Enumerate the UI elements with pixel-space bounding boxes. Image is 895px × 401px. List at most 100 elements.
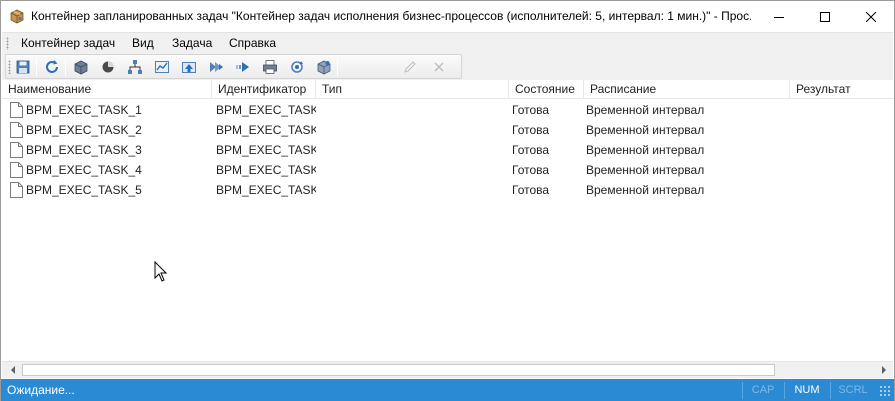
cell-state: Готова (512, 123, 550, 137)
num-lock-indicator: NUM (784, 382, 829, 399)
scrollbar-thumb[interactable] (22, 364, 775, 376)
cell-schedule: Временной интервал (586, 103, 705, 117)
toolbar-grip[interactable] (8, 60, 11, 74)
maximize-icon (820, 11, 830, 22)
cell-result (794, 120, 893, 140)
column-header-id[interactable]: Идентификатор (212, 80, 316, 99)
table-row[interactable]: BPM_EXEC_TASK_5 BPM_EXEC_TASK_5 Готова В… (2, 180, 893, 200)
close-button[interactable] (848, 1, 894, 32)
cell-name: BPM_EXEC_TASK_5 (26, 183, 142, 197)
column-header-result[interactable]: Результат (790, 80, 893, 99)
grid-header: Наименование Идентификатор Тип Состояние… (2, 80, 893, 99)
cell-name: BPM_EXEC_TASK_4 (26, 163, 142, 177)
cell-id: BPM_EXEC_TASK_5 (216, 183, 316, 197)
task-container-button[interactable] (70, 57, 92, 77)
toolbar-separator (65, 58, 66, 76)
menu-help[interactable]: Справка (226, 36, 279, 50)
cell-type (320, 160, 509, 180)
cell-name: BPM_EXEC_TASK_2 (26, 123, 142, 137)
cell-state: Готова (512, 163, 550, 177)
toolbar-separator (337, 58, 338, 76)
horizontal-scrollbar[interactable] (2, 361, 893, 378)
scroll-left-button[interactable] (4, 362, 21, 378)
cell-state: Готова (512, 143, 550, 157)
document-icon (10, 102, 23, 118)
sync-button[interactable] (286, 57, 308, 77)
table-row[interactable]: BPM_EXEC_TASK_2 BPM_EXEC_TASK_2 Готова В… (2, 120, 893, 140)
statistics-button[interactable] (97, 57, 119, 77)
cell-schedule: Временной интервал (586, 183, 705, 197)
cell-result (794, 100, 893, 120)
cell-name: BPM_EXEC_TASK_1 (26, 103, 142, 117)
window-title: Контейнер запланированных задач "Контейн… (31, 9, 751, 23)
maximize-button[interactable] (802, 1, 848, 32)
cell-result (794, 160, 893, 180)
edit-pencil-icon (404, 61, 416, 73)
box-icon (9, 8, 25, 24)
trend-chart-icon (155, 61, 169, 73)
close-icon (866, 11, 876, 22)
cell-id: BPM_EXEC_TASK_2 (216, 123, 316, 137)
hierarchy-icon (128, 60, 142, 74)
cell-type (320, 180, 509, 200)
cell-result (794, 140, 893, 160)
document-icon (10, 142, 23, 158)
document-icon (10, 162, 23, 178)
forward-steps-button[interactable] (205, 57, 227, 77)
column-header-schedule[interactable]: Расписание (584, 80, 790, 99)
table-row[interactable]: BPM_EXEC_TASK_3 BPM_EXEC_TASK_3 Готова В… (2, 140, 893, 160)
arrow-left-icon (10, 366, 15, 374)
menu-view[interactable]: Вид (129, 36, 157, 50)
column-header-state[interactable]: Состояние (509, 80, 584, 99)
cell-state: Готова (512, 183, 550, 197)
pie-chart-icon (102, 61, 114, 73)
cell-type (320, 100, 509, 120)
mouse-cursor-icon (154, 261, 168, 282)
cell-id: BPM_EXEC_TASK_3 (216, 143, 316, 157)
run-arrow-icon (236, 62, 249, 72)
status-text: Ожидание... (7, 383, 75, 397)
minimize-button[interactable] (756, 1, 802, 32)
scroll-lock-indicator: SCRL (830, 382, 875, 399)
delete-button[interactable] (428, 57, 450, 77)
title-bar[interactable]: Контейнер запланированных задач "Контейн… (1, 1, 894, 32)
cell-schedule: Временной интервал (586, 123, 705, 137)
column-header-name[interactable]: Наименование (2, 80, 212, 99)
column-header-type[interactable]: Тип (316, 80, 509, 99)
cell-name: BPM_EXEC_TASK_3 (26, 143, 142, 157)
resize-grip-icon[interactable] (879, 385, 891, 397)
scroll-right-button[interactable] (875, 362, 892, 378)
upload-button[interactable] (178, 57, 200, 77)
upload-icon (182, 62, 196, 73)
printer-icon (263, 60, 277, 74)
document-icon (10, 182, 23, 198)
menu-task[interactable]: Задача (169, 36, 215, 50)
menu-task-container[interactable]: Контейнер задач (18, 36, 118, 50)
toolbar-separator (36, 58, 37, 76)
document-icon (10, 122, 23, 138)
cell-schedule: Временной интервал (586, 143, 705, 157)
hierarchy-button[interactable] (124, 57, 146, 77)
cell-id: BPM_EXEC_TASK_4 (216, 163, 316, 177)
run-button[interactable] (232, 57, 254, 77)
cell-result (794, 180, 893, 200)
package-button[interactable] (313, 57, 335, 77)
sync-icon (291, 61, 303, 73)
cell-type (320, 140, 509, 160)
trend-button[interactable] (151, 57, 173, 77)
table-row[interactable]: BPM_EXEC_TASK_1 BPM_EXEC_TASK_1 Готова В… (2, 100, 893, 120)
arrow-right-icon (881, 366, 886, 374)
edit-button[interactable] (399, 57, 421, 77)
save-button[interactable] (12, 57, 34, 77)
task-container-icon (74, 60, 88, 75)
cell-state: Готова (512, 103, 550, 117)
refresh-button[interactable] (41, 57, 63, 77)
status-bar: Ожидание... CAP NUM SCRL (1, 379, 894, 401)
caps-lock-indicator: CAP (742, 382, 783, 399)
task-grid[interactable]: Наименование Идентификатор Тип Состояние… (2, 80, 893, 361)
table-row[interactable]: BPM_EXEC_TASK_4 BPM_EXEC_TASK_4 Готова В… (2, 160, 893, 180)
menu-grip[interactable] (6, 37, 9, 50)
print-button[interactable] (259, 57, 281, 77)
save-icon (16, 60, 30, 74)
delete-cross-icon (434, 62, 444, 72)
